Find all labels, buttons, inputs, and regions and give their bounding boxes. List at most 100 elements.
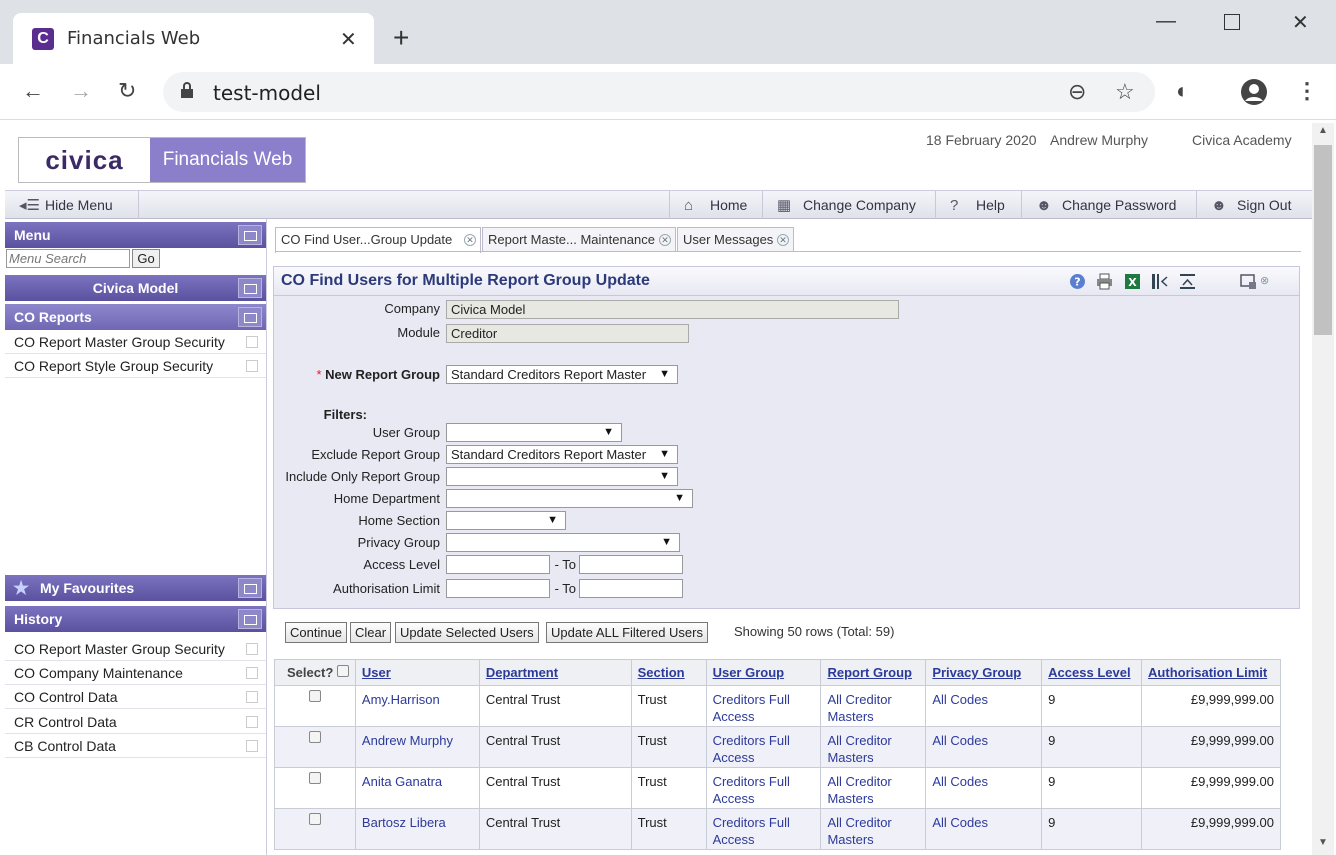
history-item[interactable]: CR Control Data bbox=[5, 710, 266, 734]
scroll-up-icon[interactable]: ▲ bbox=[1318, 125, 1328, 136]
help-icon[interactable]: ? bbox=[1069, 273, 1086, 290]
tab-user-messages[interactable]: User Messages ✕ bbox=[677, 227, 794, 252]
scroll-down-icon[interactable]: ▼ bbox=[1318, 837, 1328, 848]
update-all-filtered-users-button[interactable]: Update ALL Filtered Users bbox=[546, 622, 708, 643]
user-cell[interactable]: Anita Ganatra bbox=[354, 767, 480, 809]
menu-item-report-style-group-security[interactable]: CO Report Style Group Security bbox=[5, 354, 266, 378]
column-header-access-level[interactable]: Access Level bbox=[1041, 659, 1143, 686]
change-password-link[interactable]: ☻ Change Password bbox=[1021, 191, 1176, 219]
folder-up-icon[interactable] bbox=[238, 307, 262, 327]
open-new-icon[interactable] bbox=[246, 360, 258, 372]
authorisation-limit-to-input[interactable] bbox=[579, 579, 683, 598]
new-tab-icon[interactable]: + bbox=[393, 24, 409, 52]
scrollbar-thumb[interactable] bbox=[1314, 145, 1332, 335]
user-group-cell[interactable]: Creditors Full Access bbox=[705, 685, 822, 727]
column-header-user[interactable]: User bbox=[354, 659, 480, 686]
user-cell[interactable]: Amy.Harrison bbox=[354, 685, 480, 727]
menu-search-input[interactable]: Menu Search bbox=[6, 249, 130, 268]
privacy-group-cell[interactable]: All Codes bbox=[925, 726, 1043, 768]
columns-icon[interactable] bbox=[1151, 273, 1168, 290]
user-cell[interactable]: Bartosz Libera bbox=[354, 808, 480, 850]
tab-report-master-maintenance[interactable]: Report Maste... Maintenance ✕ bbox=[482, 227, 676, 252]
change-company-link[interactable]: ▦ Change Company bbox=[762, 191, 916, 219]
column-header-authorisation-limit[interactable]: Authorisation Limit bbox=[1141, 659, 1281, 686]
row-checkbox[interactable] bbox=[308, 731, 321, 743]
favourites-pin-icon[interactable] bbox=[238, 578, 262, 598]
menu-item-report-master-group-security[interactable]: CO Report Master Group Security bbox=[5, 330, 266, 354]
profile-icon[interactable] bbox=[1240, 78, 1268, 106]
collapse-icon[interactable] bbox=[1179, 273, 1196, 290]
company-panel-header[interactable]: Civica Model bbox=[5, 275, 266, 301]
favourites-panel-header[interactable]: ★ My Favourites bbox=[5, 575, 266, 601]
open-new-icon[interactable] bbox=[246, 740, 258, 752]
continue-button[interactable]: Continue bbox=[285, 622, 348, 643]
row-checkbox[interactable] bbox=[308, 813, 321, 825]
close-tab-icon[interactable]: ✕ bbox=[659, 234, 671, 246]
forward-icon[interactable]: → bbox=[70, 78, 92, 104]
window-close-icon[interactable]: ✕ bbox=[1292, 10, 1309, 35]
privacy-group-cell[interactable]: All Codes bbox=[925, 685, 1043, 727]
minimize-icon[interactable]: — bbox=[1156, 10, 1176, 33]
history-item[interactable]: CO Company Maintenance bbox=[5, 661, 266, 685]
page-scrollbar[interactable]: ▲ ▼ bbox=[1312, 123, 1334, 855]
home-section-select[interactable] bbox=[446, 511, 566, 530]
access-level-to-input[interactable] bbox=[579, 555, 683, 574]
column-header-privacy-group[interactable]: Privacy Group bbox=[925, 659, 1043, 686]
report-group-cell[interactable]: All Creditor Masters bbox=[820, 767, 927, 809]
privacy-group-cell[interactable]: All Codes bbox=[925, 767, 1043, 809]
privacy-group-cell[interactable]: All Codes bbox=[925, 808, 1043, 850]
select-all-checkbox[interactable] bbox=[336, 665, 349, 677]
open-new-icon[interactable] bbox=[246, 691, 258, 703]
extension-icon[interactable]: ◐ bbox=[1176, 78, 1189, 104]
close-tab-icon[interactable]: ✕ bbox=[777, 234, 789, 246]
exclude-report-group-select[interactable]: Standard Creditors Report Master bbox=[446, 445, 678, 464]
chrome-menu-icon[interactable]: ⋮ bbox=[1296, 78, 1318, 104]
home-department-select[interactable] bbox=[446, 489, 693, 508]
sign-out-link[interactable]: ☻ Sign Out bbox=[1196, 191, 1291, 219]
access-level-from-input[interactable] bbox=[446, 555, 550, 574]
new-report-group-select[interactable]: Standard Creditors Report Master bbox=[446, 365, 678, 384]
reload-icon[interactable]: ↻ bbox=[118, 78, 136, 104]
report-group-cell[interactable]: All Creditor Masters bbox=[820, 726, 927, 768]
print-icon[interactable] bbox=[1096, 273, 1113, 290]
user-group-cell[interactable]: Creditors Full Access bbox=[705, 767, 822, 809]
report-group-cell[interactable]: All Creditor Masters bbox=[820, 808, 927, 850]
co-reports-section-header[interactable]: CO Reports bbox=[5, 304, 266, 330]
clear-button[interactable]: Clear bbox=[350, 622, 392, 643]
column-header-user-group[interactable]: User Group bbox=[705, 659, 822, 686]
history-item[interactable]: CB Control Data bbox=[5, 734, 266, 758]
close-panel-icon[interactable]: ⊗ bbox=[1260, 273, 1277, 290]
zoom-out-icon[interactable]: ⊖ bbox=[1068, 79, 1086, 105]
close-tab-icon[interactable]: ✕ bbox=[464, 234, 476, 246]
excel-export-icon[interactable]: X bbox=[1124, 273, 1141, 290]
user-group-select[interactable] bbox=[446, 423, 622, 442]
bookmark-star-icon[interactable]: ☆ bbox=[1115, 79, 1135, 105]
column-header-report-group[interactable]: Report Group bbox=[820, 659, 927, 686]
open-new-icon[interactable] bbox=[246, 643, 258, 655]
include-only-report-group-select[interactable] bbox=[446, 467, 678, 486]
history-item[interactable]: CO Report Master Group Security bbox=[5, 637, 266, 661]
user-group-cell[interactable]: Creditors Full Access bbox=[705, 726, 822, 768]
hide-menu-button[interactable]: ◂☰ Hide Menu bbox=[5, 191, 139, 219]
row-checkbox[interactable] bbox=[308, 690, 321, 702]
user-group-cell[interactable]: Creditors Full Access bbox=[705, 808, 822, 850]
company-panel-pin-icon[interactable] bbox=[238, 278, 262, 298]
open-new-icon[interactable] bbox=[246, 336, 258, 348]
report-group-cell[interactable]: All Creditor Masters bbox=[820, 685, 927, 727]
open-new-icon[interactable] bbox=[246, 716, 258, 728]
history-pin-icon[interactable] bbox=[238, 609, 262, 629]
menu-panel-pin-icon[interactable] bbox=[238, 225, 262, 245]
browser-tab[interactable]: C Financials Web ✕ bbox=[13, 13, 374, 64]
authorisation-limit-from-input[interactable] bbox=[446, 579, 550, 598]
address-bar[interactable]: test-model ⊖ ☆ bbox=[163, 72, 1155, 112]
column-header-section[interactable]: Section bbox=[630, 659, 707, 686]
close-tab-icon[interactable]: ✕ bbox=[340, 27, 357, 52]
update-selected-users-button[interactable]: Update Selected Users bbox=[395, 622, 539, 643]
privacy-group-select[interactable] bbox=[446, 533, 680, 552]
help-link[interactable]: ? Help bbox=[935, 191, 1005, 219]
user-cell[interactable]: Andrew Murphy bbox=[354, 726, 480, 768]
home-link[interactable]: ⌂ Home bbox=[669, 191, 747, 219]
menu-search-go-button[interactable]: Go bbox=[132, 249, 160, 268]
back-icon[interactable]: ← bbox=[22, 78, 44, 104]
column-header-department[interactable]: Department bbox=[478, 659, 632, 686]
